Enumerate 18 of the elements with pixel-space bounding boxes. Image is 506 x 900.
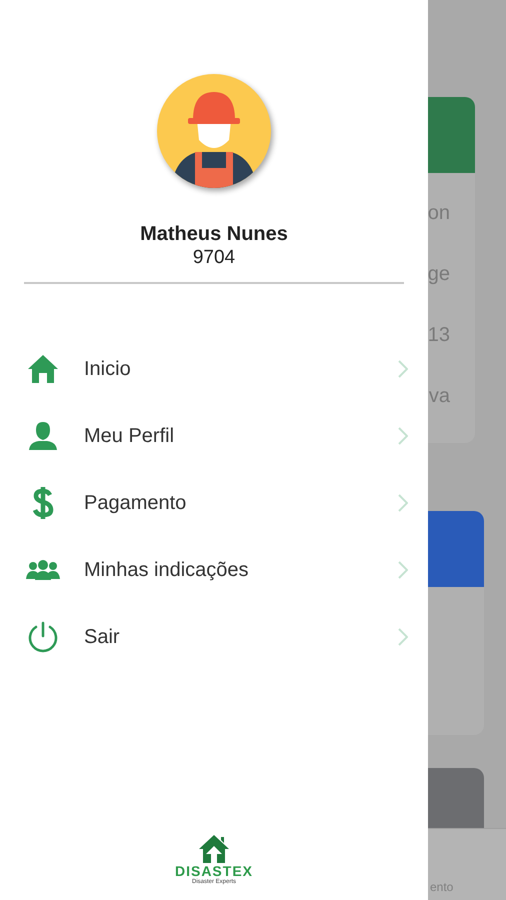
chevron-icon (398, 360, 408, 378)
home-icon (27, 354, 59, 384)
user-code: 9704 (192, 246, 236, 270)
menu-item[interactable]: Inicio (0, 335, 428, 402)
menu-item[interactable]: Sair (0, 603, 428, 670)
person-icon (28, 420, 58, 450)
menu-item[interactable]: Minhas indicações (0, 536, 428, 603)
chevron-icon (398, 628, 408, 646)
chevron-icon (398, 560, 408, 578)
dollar-icon (30, 486, 56, 520)
group-icon (26, 560, 60, 580)
house-icon (198, 834, 230, 864)
user-name: Matheus Nunes (140, 222, 288, 246)
menu-item[interactable]: Pagamento (0, 469, 428, 536)
chevron-icon (398, 494, 408, 512)
power-icon (27, 620, 59, 652)
chevron-icon (398, 426, 408, 444)
menu-item[interactable]: Meu Perfil (0, 402, 428, 469)
